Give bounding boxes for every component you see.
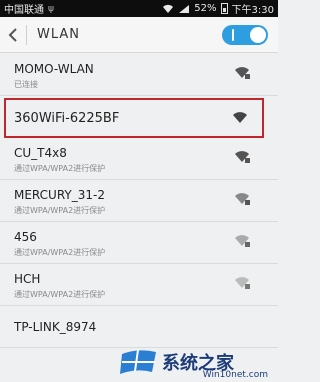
network-item[interactable]: HCH 通过WPA/WPA2进行保护 xyxy=(0,264,278,306)
toggle-on-mark xyxy=(232,29,234,41)
usb-icon: ψ xyxy=(48,3,54,14)
network-status: 通过WPA/WPA2进行保护 xyxy=(14,206,106,215)
network-status: 通过WPA/WPA2进行保护 xyxy=(14,290,106,299)
wifi-lock-icon xyxy=(235,67,250,79)
network-status: 通过WPA/WPA2进行保护 xyxy=(14,248,106,257)
wifi-lock-icon xyxy=(235,235,250,247)
network-item[interactable]: MOMO-WLAN 已连接 xyxy=(0,54,278,96)
wlan-header: WLAN xyxy=(0,17,278,53)
network-name: 456 xyxy=(14,230,37,244)
page-title: WLAN xyxy=(37,27,81,42)
wifi-lock-icon xyxy=(235,193,250,205)
wlan-toggle[interactable] xyxy=(222,25,268,45)
back-button[interactable] xyxy=(0,17,26,53)
carrier-label: 中国联通 xyxy=(4,5,44,16)
clock: 下午3:30 xyxy=(231,5,274,16)
network-name: HCH xyxy=(14,272,41,286)
battery-percent: 52% xyxy=(194,3,217,14)
network-name: 360WiFi-6225BF xyxy=(14,111,120,126)
network-name: MOMO-WLAN xyxy=(14,62,94,76)
network-status: 已连接 xyxy=(14,80,38,89)
network-item[interactable]: CU_T4x8 通过WPA/WPA2进行保护 xyxy=(0,138,278,180)
watermark-url: Win10net.com xyxy=(202,370,268,380)
network-name: TP-LINK_8974 xyxy=(14,320,97,334)
wifi-icon xyxy=(233,112,247,123)
wifi-lock-icon xyxy=(235,277,250,289)
toggle-knob xyxy=(250,27,266,43)
network-item[interactable]: MERCURY_31-2 通过WPA/WPA2进行保护 xyxy=(0,180,278,222)
header-divider xyxy=(26,24,27,45)
network-list: MOMO-WLAN 已连接 360WiFi-6225BF CU_T4x8 通过W… xyxy=(0,54,278,348)
network-item-highlighted[interactable]: 360WiFi-6225BF xyxy=(4,98,264,138)
watermark: 系统之家 Win10net.com xyxy=(118,342,278,382)
wifi-lock-icon xyxy=(235,151,250,163)
network-status: 通过WPA/WPA2进行保护 xyxy=(14,164,106,173)
network-name: MERCURY_31-2 xyxy=(14,188,105,202)
network-name: CU_T4x8 xyxy=(14,146,67,160)
status-bar: 中国联通 ψ 52% 下午3:30 xyxy=(0,0,278,17)
windows-logo-icon xyxy=(120,349,156,374)
network-item[interactable]: 456 通过WPA/WPA2进行保护 xyxy=(0,222,278,264)
wifi-status-icon xyxy=(163,4,174,13)
battery-icon xyxy=(220,3,228,14)
chevron-left-icon xyxy=(8,27,17,42)
signal-icon xyxy=(179,4,190,13)
